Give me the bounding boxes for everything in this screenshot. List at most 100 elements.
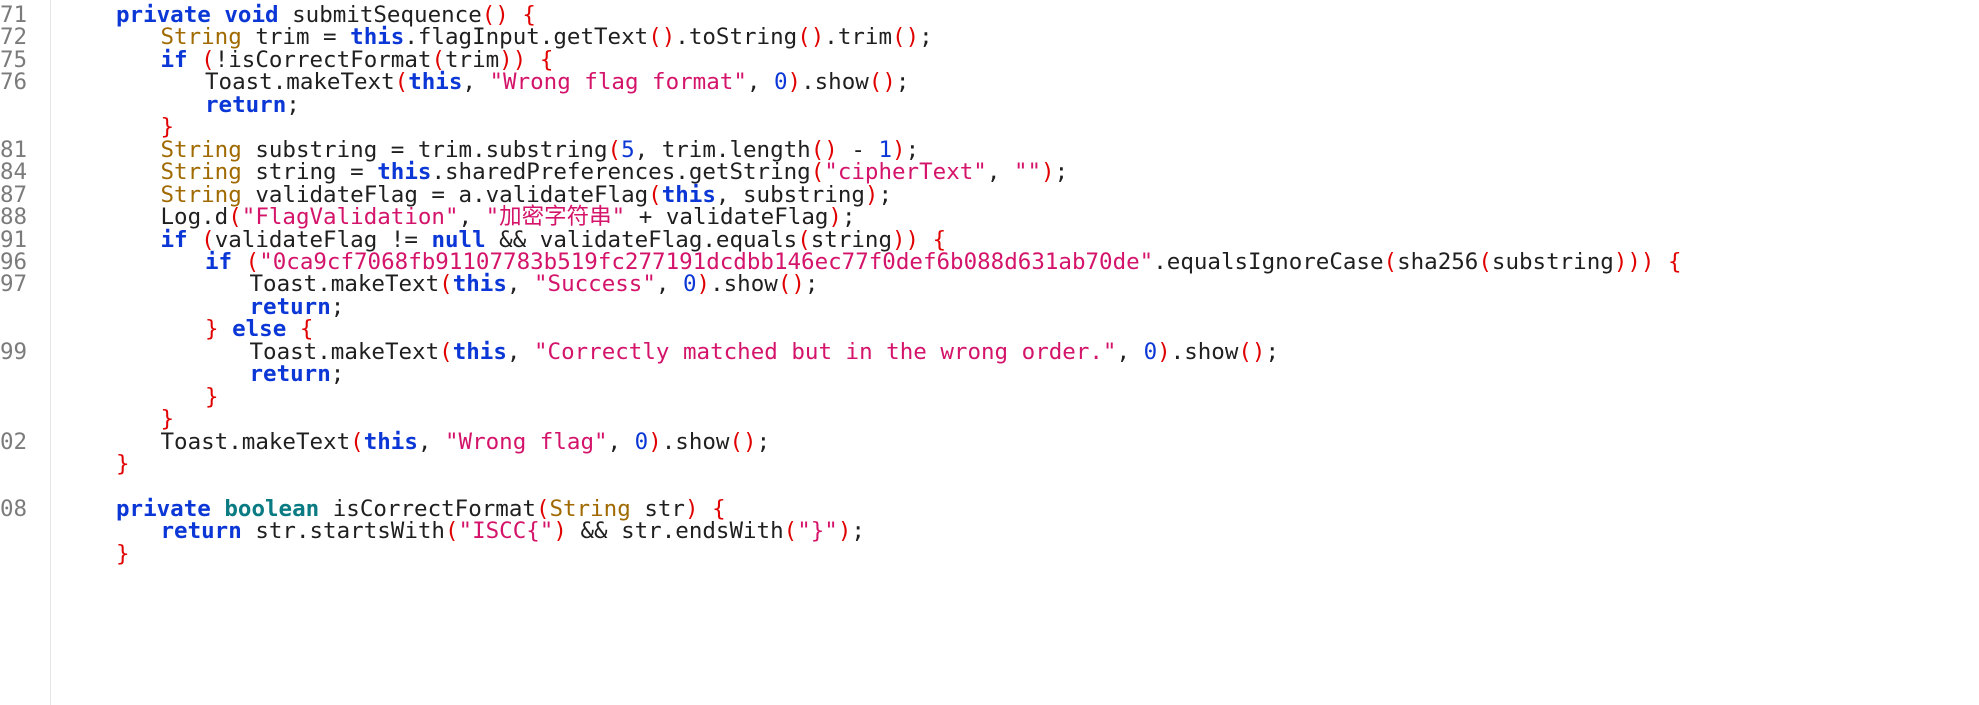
bracket: () — [797, 24, 825, 51]
code-line[interactable]: 84 String string = this.sharedPreferences… — [0, 159, 1979, 186]
code-content: } else { — [205, 316, 313, 342]
code-line[interactable]: } — [0, 385, 1979, 408]
code-content: } — [161, 408, 175, 431]
code-line[interactable]: 75 if (!isCorrectFormat(trim)) { — [0, 46, 1979, 73]
bracket: () — [868, 69, 896, 96]
code-line[interactable]: } — [0, 453, 1979, 476]
keyword: this — [408, 69, 463, 96]
string-literal: "Wrong flag format" — [489, 69, 747, 96]
code-content: String validateFlag = a.validateFlag(thi… — [161, 183, 893, 206]
code-line[interactable]: 71 private void submitSequence() { — [0, 4, 1979, 27]
line-number: 91 — [0, 228, 28, 251]
code-line[interactable]: 02 Toast.makeText(this, "Wrong flag", 0).… — [0, 428, 1979, 455]
keyword: if — [160, 46, 188, 73]
code-text: ; — [286, 91, 300, 118]
code-text: , — [607, 428, 635, 455]
number-literal: 0 — [683, 271, 697, 298]
code-content: String substring = trim.substring(5, tri… — [161, 138, 920, 161]
bracket: () — [777, 271, 805, 298]
bracket: } — [116, 540, 130, 567]
bracket: ) — [837, 518, 852, 545]
line-number: 88 — [0, 206, 28, 229]
string-literal: "Correctly matched but in the wrong orde… — [533, 338, 1117, 365]
string-literal: "Success" — [533, 271, 656, 298]
code-content: return str.startsWith("ISCC{") && str.en… — [160, 518, 865, 545]
bracket: ) — [1041, 159, 1055, 186]
bracket: { — [1668, 248, 1682, 275]
code-text: ; — [1265, 338, 1280, 365]
code-text: .show — [710, 271, 778, 298]
keyword: return — [249, 361, 331, 388]
code-content: Toast.makeText(this, "Wrong flag", 0).sh… — [160, 428, 771, 455]
code-text: str.startsWith — [241, 518, 445, 545]
code-line[interactable]: 91 if (validateFlag != null && validateFl… — [0, 228, 1979, 251]
bracket: ( — [783, 518, 798, 545]
code-line[interactable]: return; — [0, 91, 1979, 118]
code-text: , — [506, 338, 534, 365]
code-text: ; — [919, 24, 933, 51]
code-text: substring — [1491, 248, 1614, 275]
code-content: Toast.makeText(this, "Success", 0).show(… — [250, 271, 819, 298]
bracket: ) — [553, 518, 567, 545]
code-line[interactable]: 72 String trim = this.flagInput.getText()… — [0, 24, 1979, 51]
line-number: 08 — [0, 497, 28, 521]
string-literal: "}" — [797, 518, 838, 545]
code-text: ; — [851, 518, 865, 545]
code-text: sha256 — [1397, 248, 1479, 275]
code-content: if ("0ca9cf7068fb91107783b519fc277191dcd… — [205, 248, 1682, 275]
line-number: 97 — [0, 273, 28, 296]
bracket: ) — [696, 271, 711, 298]
code-line[interactable]: return; — [0, 361, 1979, 388]
code-line[interactable]: } — [0, 540, 1979, 567]
bracket: ))) — [1613, 248, 1655, 275]
code-line[interactable]: 76 Toast.makeText(this, "Wrong flag forma… — [0, 69, 1979, 96]
code-text: , — [1116, 338, 1144, 365]
bracket: ( — [1383, 248, 1398, 275]
code-text: .show — [1170, 338, 1239, 365]
keyword: this — [363, 428, 418, 455]
bracket: () — [648, 24, 676, 51]
code-line[interactable]: return; — [0, 296, 1979, 319]
code-line[interactable] — [0, 475, 1979, 497]
code-text: .trim — [824, 24, 893, 51]
line-number: 99 — [0, 340, 28, 364]
bracket: () — [729, 428, 757, 455]
line-number: 71 — [0, 4, 28, 27]
code-line[interactable]: 87 String validateFlag = a.validateFlag(t… — [0, 183, 1979, 207]
line-number: 96 — [0, 250, 28, 274]
code-line[interactable]: 88 Log.d("FlagValidation", "加密字符串" + vali… — [0, 206, 1979, 229]
code-line[interactable]: 81 String substring = trim.substring(5, t… — [0, 138, 1979, 161]
keyword: return — [160, 518, 242, 545]
code-text: , — [746, 69, 774, 96]
code-content: } — [161, 116, 175, 139]
string-literal: "" — [1013, 159, 1042, 186]
code-text: Toast.makeText — [160, 428, 351, 455]
code-editor[interactable]: 71 private void submitSequence() {72 Strin… — [0, 0, 1979, 705]
line-number: 87 — [0, 183, 28, 207]
code-text: , — [417, 428, 445, 455]
bracket: ( — [439, 338, 453, 365]
code-line[interactable]: 97 Toast.makeText(this, "Success", 0).sho… — [0, 271, 1979, 298]
code-text: ; — [804, 271, 819, 298]
code-line[interactable]: } — [0, 408, 1979, 431]
code-line[interactable]: } else { — [0, 316, 1979, 342]
code-text: && str.endsWith — [566, 518, 784, 545]
line-number: 76 — [0, 71, 28, 94]
number-literal: 0 — [773, 69, 788, 96]
code-line[interactable]: return str.startsWith("ISCC{") && str.en… — [0, 518, 1979, 545]
code-line[interactable]: 08 private boolean isCorrectFormat(String… — [0, 497, 1979, 521]
code-line[interactable]: 96 if ("0ca9cf7068fb91107783b519fc277191d… — [0, 248, 1979, 275]
code-text: , — [462, 69, 490, 96]
string-literal: "Wrong flag" — [444, 428, 608, 455]
line-number: 84 — [0, 161, 28, 184]
code-line[interactable]: } — [0, 116, 1979, 139]
code-content: if (!isCorrectFormat(trim)) { — [160, 46, 554, 73]
code-text: .show — [661, 428, 730, 455]
code-content: private boolean isCorrectFormat(String s… — [116, 498, 726, 521]
number-literal: 0 — [1143, 338, 1158, 365]
code-line[interactable]: 99 Toast.makeText(this, "Correctly matche… — [0, 338, 1979, 365]
